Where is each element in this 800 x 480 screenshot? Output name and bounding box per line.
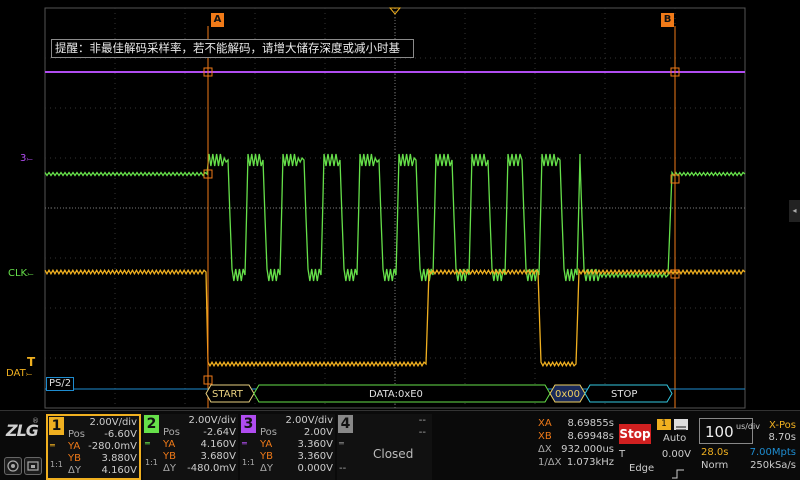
channel-4-number: 4 — [338, 415, 353, 433]
ch3-dy-label: ΔY — [260, 463, 273, 474]
ch4-state: Closed — [373, 447, 414, 461]
channel-1-number: 1 — [49, 417, 64, 435]
ch2-dy: -480.0mV — [187, 463, 236, 474]
ch3-coupling-icon: ═ — [242, 439, 247, 448]
ch1-dy-label: ΔY — [68, 465, 81, 476]
graticule — [44, 7, 746, 409]
trigger-level-marker[interactable]: T — [27, 356, 35, 368]
inv-dx-label: 1/ΔX — [538, 457, 562, 468]
clk-marker[interactable]: CLK⤚ — [8, 268, 34, 280]
waveform-display[interactable]: 提醒：非最佳解码采样率，若不能解码，请增大储存深度或减小时基 A B 3⤚ CL… — [0, 0, 800, 410]
trigger-level: 0.00V — [661, 449, 691, 460]
ch1-probe-ratio: 1:1 — [50, 460, 63, 469]
xb-label: XB — [538, 431, 552, 442]
ch2-scale: 2.00V/div — [188, 415, 236, 426]
channel-3-number: 3 — [241, 415, 256, 433]
ch2-pos: -2.64V — [203, 427, 236, 438]
ch3-ya: 3.360V — [297, 439, 333, 450]
ch1-pos-label: Pos — [68, 429, 86, 440]
decode-data: DATA:0xE0 — [369, 389, 423, 400]
acq-time: 28.0s — [701, 447, 729, 458]
ch1-dy: 4.160V — [101, 465, 137, 476]
xa-label: XA — [538, 418, 552, 429]
ch3-pos: 2.00V — [303, 427, 333, 438]
trigger-mode-icon — [674, 419, 688, 431]
ch2-coupling-icon: ═ — [145, 439, 150, 448]
ch2-ya: 4.160V — [200, 439, 236, 450]
channel-1-panel[interactable]: 1 2.00V/div Pos -6.60V ═ YA -280.0mV YB … — [46, 414, 141, 480]
trigger-label: T — [619, 449, 626, 460]
xpos-label: X-Pos — [769, 420, 796, 431]
trigger-panel[interactable]: Stop 1 Auto T 0.00V Edge — [619, 416, 695, 480]
ch3-scale: 2.00V/div — [285, 415, 333, 426]
status-bar: ZLG ® 1 2.00V/div Pos -6.60V ═ YA -280.0… — [0, 410, 800, 480]
channel-2-panel[interactable]: 2 2.00V/div Pos -2.64V ═ YA 4.160V YB 3.… — [143, 414, 238, 480]
ch4-coupling-icon: ═ — [339, 439, 344, 448]
ch2-dy-label: ΔY — [163, 463, 176, 474]
decode-hint-message: 提醒：非最佳解码采样率，若不能解码，请增大储存深度或减小时基 — [51, 39, 414, 58]
registered-icon: ® — [32, 417, 39, 425]
timebase-panel[interactable]: 100 us/div X-Pos 8.70s 28.0s 7.00Mpts No… — [697, 414, 798, 478]
channel-2-number: 2 — [144, 415, 159, 433]
dat-marker[interactable]: DAT⤚ — [6, 368, 32, 380]
decode-byte: 0x00 — [555, 389, 581, 400]
ch2-probe-ratio: 1:1 — [145, 458, 158, 467]
ch2-yb: 3.680V — [200, 451, 236, 462]
timebase-unit: us/div — [736, 422, 760, 431]
rising-edge-icon — [671, 464, 685, 480]
ch4-scale: -- — [418, 415, 426, 426]
ch3-pos-label: Pos — [260, 427, 278, 438]
ch3-probe-ratio: 1:1 — [242, 458, 255, 467]
trigger-sweep-mode: Auto — [663, 433, 687, 444]
xb-value: 8.69948s — [567, 431, 614, 442]
ch1-yb-label: YB — [68, 453, 81, 464]
cursor-a-tag[interactable]: A — [211, 13, 224, 27]
xa-value: 8.69855s — [567, 418, 614, 429]
ch2-yb-label: YB — [163, 451, 176, 462]
dx-label: ΔX — [538, 444, 552, 455]
ch1-ya-label: YA — [68, 441, 81, 452]
ch3-ya-label: YA — [260, 439, 273, 450]
ch1-pos: -6.60V — [104, 429, 137, 440]
decode-stop: STOP — [611, 389, 638, 400]
trigger-source[interactable]: 1 — [657, 419, 671, 430]
channel-3-panel[interactable]: 3 2.00V/div Pos 2.00V ═ YA 3.360V YB 3.3… — [240, 414, 335, 480]
ch3-yb-label: YB — [260, 451, 273, 462]
ch1-coupling-icon: ═ — [50, 441, 55, 450]
bus-label[interactable]: PS/2 — [46, 377, 75, 391]
sample-rate: 250kSa/s — [750, 460, 796, 471]
touch-lock-icon[interactable] — [4, 457, 22, 475]
channel-4-panel[interactable]: 4 -- -- ═ Closed -- — [337, 414, 432, 480]
cursor-measurement-panel[interactable]: XA 8.69855s XB 8.69948s ΔX 932.000us 1/Δ… — [536, 416, 614, 478]
acq-mode: Norm — [701, 460, 729, 471]
ch2-pos-label: Pos — [163, 427, 181, 438]
decode-start: START — [212, 389, 243, 400]
ch1-yb: 3.880V — [101, 453, 137, 464]
run-stop-button[interactable]: Stop — [619, 424, 651, 444]
ch1-ya: -280.0mV — [88, 441, 137, 452]
dx-value: 932.000us — [561, 444, 614, 455]
waveform-canvas — [44, 7, 746, 409]
timebase-value: 100 — [705, 423, 734, 441]
cursor-b-tag[interactable]: B — [661, 13, 674, 27]
side-menu-toggle[interactable]: ◂ — [789, 200, 800, 222]
ch2-ya-label: YA — [163, 439, 176, 450]
screenshot-icon[interactable] — [24, 457, 42, 475]
timebase-scale[interactable]: 100 us/div — [699, 418, 760, 444]
ch3-yb: 3.360V — [297, 451, 333, 462]
ch4-ratio: -- — [339, 463, 347, 474]
logo-area: ZLG ® — [2, 413, 44, 479]
ch3-marker[interactable]: 3⤚ — [20, 153, 33, 165]
memory-depth: 7.00Mpts — [749, 447, 796, 458]
ch1-scale: 2.00V/div — [89, 417, 137, 428]
ch4-pos: -- — [418, 427, 426, 438]
ch3-dy: 0.000V — [297, 463, 333, 474]
inv-dx-value: 1.073kHz — [566, 457, 614, 468]
trigger-type: Edge — [629, 463, 655, 474]
xpos-value: 8.70s — [768, 432, 796, 443]
